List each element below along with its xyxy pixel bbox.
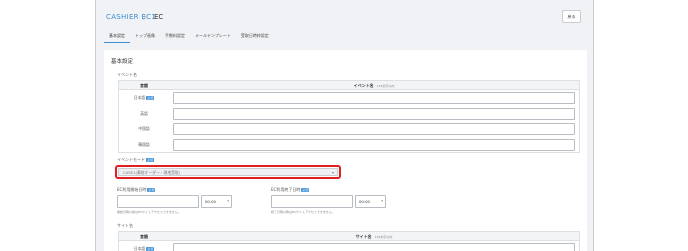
row-lang-ja: 日本語 必須: [133, 95, 155, 100]
table-row: 中国語: [119, 121, 579, 137]
required-badge: 必須: [146, 158, 155, 162]
breadcrumb-current: EC: [154, 13, 164, 21]
site-name-table: 言語 サイト名 128文字以内 日本語 必須: [118, 231, 580, 251]
ec-start-time-select[interactable]: 00:00 ▾: [201, 195, 232, 208]
tab-pickup-slot[interactable]: 受取日時枠設定: [236, 31, 274, 43]
site-name-ja-input[interactable]: [173, 243, 575, 251]
tab-basic-settings[interactable]: 基本設定: [104, 31, 130, 43]
event-name-ja-input[interactable]: [173, 92, 575, 104]
page-header: CASHIER EC1 〉 EC 戻る 基本設定 トップ画像 手数料設定 メール…: [96, 0, 593, 50]
app-window: CASHIER EC1 〉 EC 戻る 基本設定 トップ画像 手数料設定 メール…: [95, 0, 594, 251]
table-row: 韓国語: [119, 137, 579, 153]
header-lang: 言語: [140, 234, 148, 239]
table-row: 英語: [119, 106, 579, 122]
tab-mail-template[interactable]: メールテンプレート: [190, 31, 236, 43]
required-badge: 必須: [146, 247, 155, 251]
ec-start-date-input[interactable]: [117, 195, 199, 208]
tab-bar: 基本設定 トップ画像 手数料設定 メールテンプレート 受取日時枠設定: [104, 31, 274, 43]
tab-top-image[interactable]: トップ画像: [130, 31, 160, 43]
row-lang-ko: 韓国語: [138, 141, 150, 147]
tab-fee-settings[interactable]: 手数料設定: [160, 31, 190, 43]
ec-end-hint: 終了日時以降はECサイトアクセスできません。: [271, 210, 335, 214]
event-name-ko-input[interactable]: [173, 138, 575, 151]
event-name-en-input[interactable]: [173, 107, 575, 120]
table-header: 言語 イベント名 128文字以内: [119, 81, 579, 90]
panel-title: 基本設定: [111, 59, 134, 65]
row-lang-ja: 日本語 必須: [133, 246, 155, 251]
ec-start-hint: 開始日時以前はECサイトアクセスできません。: [117, 210, 181, 214]
row-lang-en: 英語: [140, 110, 148, 116]
event-mode-highlight: CASE1(事前オーダー・現地受取) ▾: [115, 165, 341, 179]
chevron-down-icon: ▾: [331, 170, 334, 175]
site-name-label: サイト名: [117, 223, 133, 228]
ec-end-time-select[interactable]: 00:00 ▾: [355, 195, 386, 208]
required-badge: 必須: [146, 96, 155, 100]
event-mode-select[interactable]: CASE1(事前オーダー・現地受取) ▾: [118, 168, 338, 176]
required-badge: 必須: [301, 188, 310, 192]
ec-end-label: EC利用終了日時 必須: [271, 187, 310, 192]
table-header: 言語 サイト名 128文字以内: [119, 232, 579, 241]
table-row: 日本語 必須: [119, 90, 579, 106]
breadcrumb-separator: 〉: [143, 13, 150, 21]
ec-start-label: EC利用開始日時 必須: [117, 187, 156, 192]
table-row: 日本語 必須: [119, 241, 579, 251]
event-name-table: 言語 イベント名 128文字以内 日本語 必須 英語 中国語 韓国語: [118, 80, 580, 153]
event-mode-label: イベントモード 必須: [117, 157, 155, 162]
back-button[interactable]: 戻る: [562, 10, 581, 23]
ec-end-date-input[interactable]: [271, 195, 353, 208]
header-lang: 言語: [140, 83, 148, 88]
required-badge: 必須: [147, 188, 156, 192]
chevron-down-icon: ▾: [227, 199, 229, 203]
row-lang-zh: 中国語: [138, 126, 150, 131]
event-name-zh-input[interactable]: [173, 123, 575, 135]
settings-panel: 基本設定 イベント名 言語 イベント名 128文字以内 日本語 必須 英語 中国語 …: [104, 50, 587, 251]
event-name-label: イベント名: [117, 72, 137, 77]
chevron-down-icon: ▾: [381, 199, 383, 203]
